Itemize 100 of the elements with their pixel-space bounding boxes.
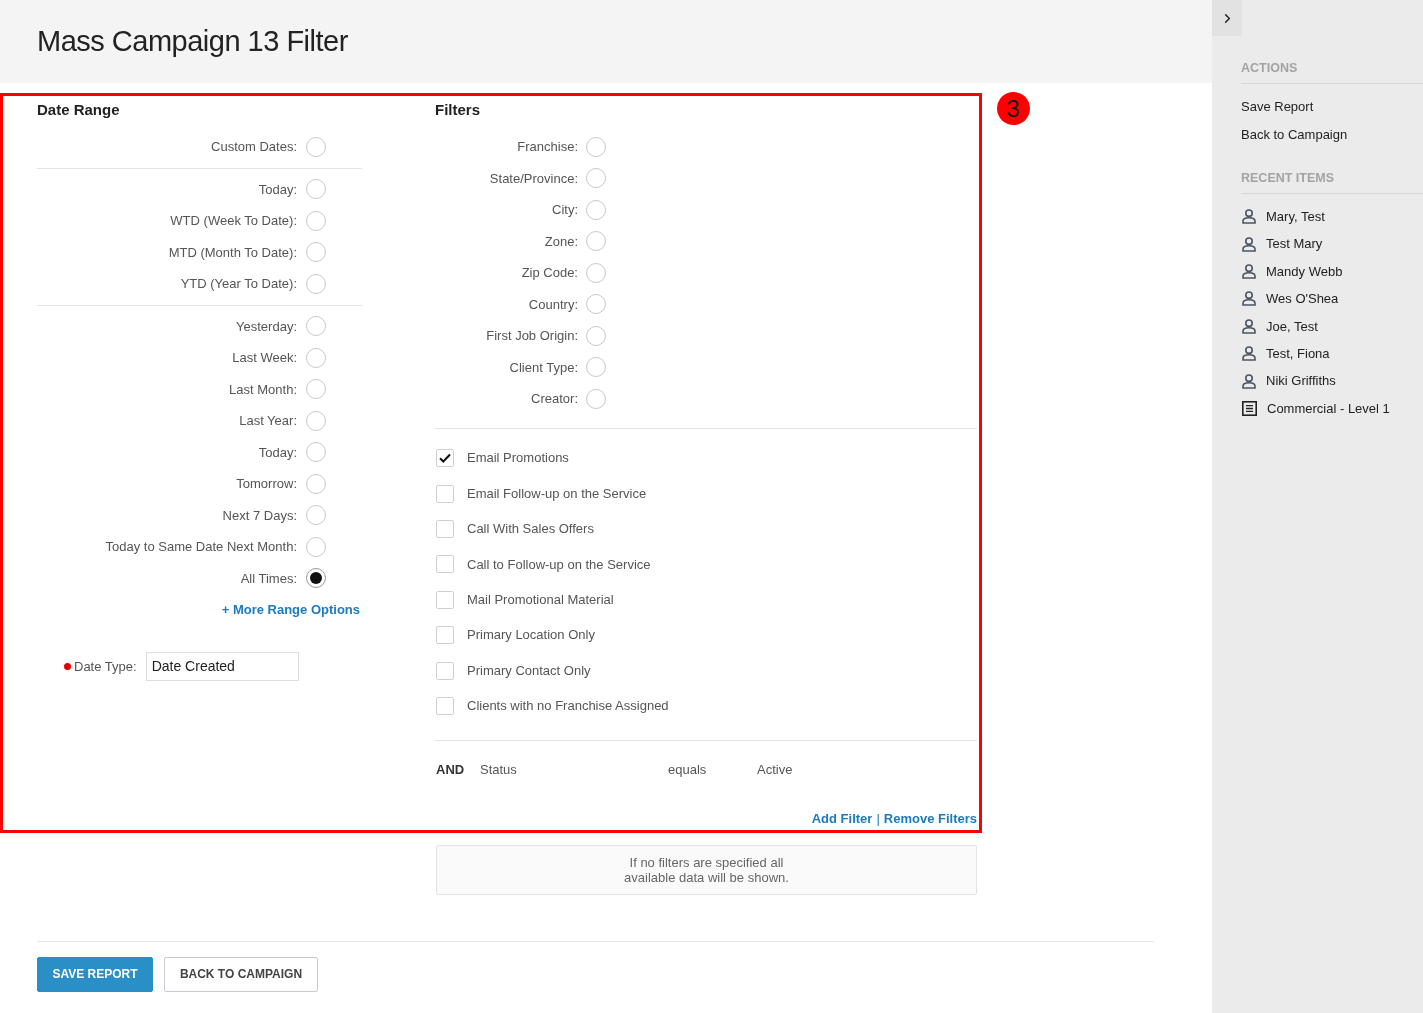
filter-link[interactable]: Add Filter [811, 808, 873, 829]
page-title: Mass Campaign 13 Filter [37, 24, 348, 59]
radio-button[interactable] [586, 357, 606, 378]
option-label: Tomorrow: [236, 475, 297, 493]
filter-link[interactable]: Remove Filters [883, 808, 977, 829]
filter-label: Client Type: [509, 358, 578, 377]
sidebar-heading: RECENT ITEMS [1241, 170, 1336, 186]
checkbox-label: Email Follow-up on the Service [467, 484, 647, 503]
recent-item-link[interactable]: Test Mary [1266, 234, 1323, 254]
recent-item-link[interactable]: Commercial - Level 1 [1267, 398, 1390, 419]
person-icon [1242, 263, 1256, 279]
section-heading: Date Range [37, 100, 120, 120]
conjunction-label: AND [436, 760, 466, 779]
checkbox-label: Call With Sales Offers [467, 520, 594, 539]
sidebar-heading: ACTIONS [1241, 60, 1299, 76]
checkbox[interactable] [436, 449, 454, 468]
back-to-campaign-button[interactable]: BACK TO CAMPAIGN [164, 956, 318, 992]
filter-label: Zone: [544, 232, 578, 251]
radio-button[interactable] [306, 179, 326, 200]
radio-button[interactable] [306, 410, 326, 431]
radio-button[interactable] [306, 273, 326, 294]
option-label: All Times: [240, 569, 297, 588]
section-heading: Filters [435, 100, 480, 120]
checkmark-icon [439, 453, 451, 464]
recent-item-link[interactable]: Niki Griffiths [1266, 371, 1336, 391]
checkbox-label: Call to Follow-up on the Service [467, 555, 651, 574]
radio-button[interactable] [306, 568, 326, 589]
filter-label: Country: [528, 295, 578, 314]
person-icon [1242, 291, 1256, 307]
filter-label: City: [552, 201, 578, 219]
radio-button[interactable] [306, 316, 326, 337]
option-label: WTD (Week To Date): [170, 212, 297, 230]
radio-button[interactable] [306, 442, 326, 463]
filter-label: First Job Origin: [486, 327, 578, 345]
filter-label: Zip Code: [521, 264, 578, 282]
checkbox[interactable] [436, 626, 454, 645]
checkbox[interactable] [436, 484, 454, 503]
radio-button[interactable] [306, 347, 326, 368]
person-icon [1242, 346, 1256, 362]
filter-label: Creator: [531, 390, 578, 408]
sidebar-action-link[interactable]: Back to Campaign [1241, 124, 1348, 144]
checkbox-label: Primary Location Only [467, 626, 595, 645]
radio-button[interactable] [586, 262, 606, 283]
recent-item-link[interactable]: Mandy Webb [1266, 261, 1343, 282]
radio-button[interactable] [306, 536, 326, 557]
filter-label: Franchise: [517, 138, 578, 156]
radio-button[interactable] [586, 388, 606, 409]
option-label: Today to Same Date Next Month: [105, 538, 297, 556]
radio-button[interactable] [306, 210, 326, 231]
radio-button[interactable] [586, 325, 606, 346]
checkbox-label: Mail Promotional Material [467, 591, 614, 609]
sidebar-action-link[interactable]: Save Report [1241, 97, 1314, 117]
radio-button[interactable] [306, 136, 326, 157]
date-type-field[interactable]: Date Created [145, 652, 299, 681]
radio-button[interactable] [306, 379, 326, 400]
filter-label: State/Province: [489, 169, 578, 188]
condition-field: Status [480, 759, 668, 780]
option-label: Next 7 Days: [222, 506, 297, 525]
radio-button[interactable] [586, 168, 606, 189]
checkbox-label: Primary Contact Only [467, 661, 591, 680]
person-icon [1242, 318, 1256, 334]
option-label: Last Month: [229, 380, 297, 399]
document-icon [1242, 400, 1257, 416]
recent-item-link[interactable]: Mary, Test [1266, 206, 1325, 227]
sidebar-toggle-button[interactable] [1212, 0, 1242, 36]
radio-button[interactable] [586, 294, 606, 315]
checkbox[interactable] [436, 590, 454, 609]
checkbox[interactable] [436, 555, 454, 574]
checkbox[interactable] [436, 519, 454, 538]
radio-button[interactable] [586, 199, 606, 220]
field-label: Date Type: [74, 657, 137, 676]
checkbox-label: Email Promotions [467, 449, 569, 468]
radio-button[interactable] [306, 473, 326, 494]
annotation-marker: 3 [997, 92, 1030, 125]
recent-item-link[interactable]: Joe, Test [1266, 316, 1318, 336]
option-label: Custom Dates: [211, 138, 297, 156]
radio-button[interactable] [306, 242, 326, 263]
recent-item-link[interactable]: Test, Fiona [1266, 343, 1330, 364]
person-icon [1242, 209, 1256, 225]
radio-button[interactable] [586, 136, 606, 157]
recent-item-link[interactable]: Wes O'Shea [1266, 289, 1339, 309]
option-label: Today: [258, 443, 297, 462]
option-label: Last Year: [239, 412, 297, 430]
person-icon [1242, 236, 1256, 252]
option-label: MTD (Month To Date): [168, 243, 297, 262]
save-report-button[interactable]: SAVE REPORT [37, 956, 153, 992]
link-separator: | [876, 809, 880, 828]
note-text: If no filters are specified all available data will be shown. [624, 854, 789, 885]
option-label: Last Week: [232, 349, 297, 367]
option-label: Yesterday: [236, 317, 297, 336]
radio-button[interactable] [586, 231, 606, 252]
checkbox[interactable] [436, 661, 454, 680]
checkbox[interactable] [436, 696, 454, 715]
more-range-options-link[interactable]: + More Range Options [221, 600, 360, 620]
radio-button[interactable] [306, 505, 326, 526]
option-label: YTD (Year To Date): [180, 275, 297, 293]
condition-operator: equals [668, 760, 708, 779]
person-icon [1242, 373, 1256, 389]
option-label: Today: [258, 180, 297, 199]
checkbox-label: Clients with no Franchise Assigned [467, 697, 669, 716]
